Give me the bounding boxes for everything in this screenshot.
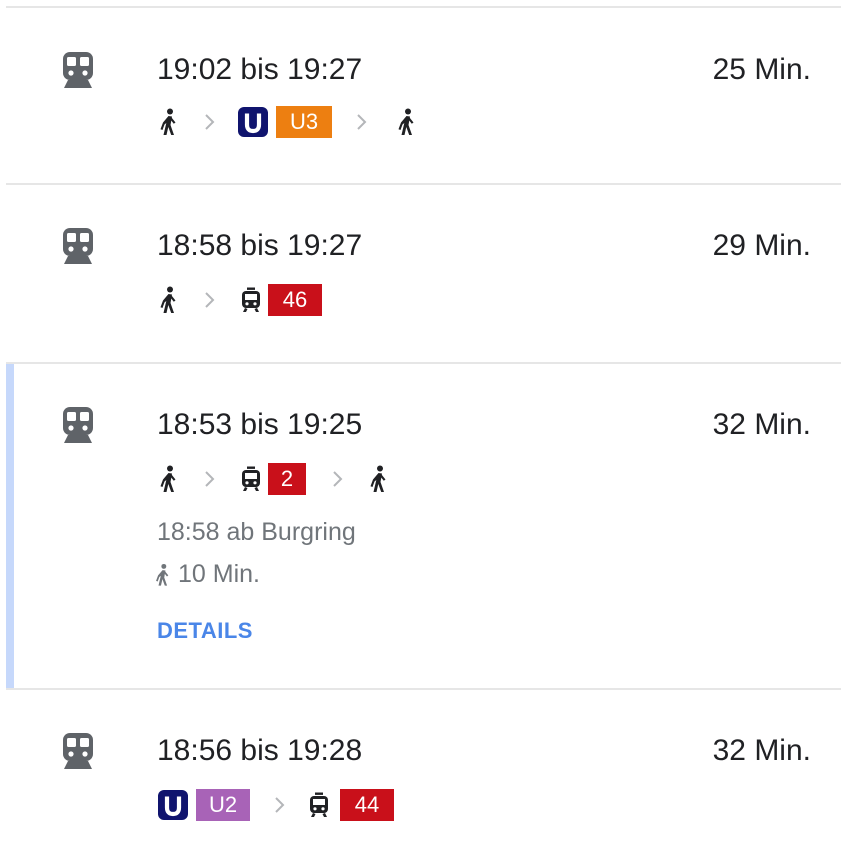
walk-icon [158,108,180,136]
route-steps: U3 [158,105,418,139]
route-option-4[interactable]: 18:56 bis 19:28 32 Min. U2 44 [0,690,841,864]
chevron-right-icon [356,113,368,131]
route-steps: U2 44 [158,788,394,822]
walk-duration: 10 Min. [154,560,260,589]
line-badge-46: 46 [268,284,322,316]
route-times: 19:02 bis 19:27 [157,53,363,86]
chevron-right-icon [332,470,344,488]
line-badge-2: 2 [268,463,306,495]
route-steps: 46 [158,283,322,317]
line-badge-u3: U3 [276,106,332,138]
line-badge-u2: U2 [196,789,250,821]
walk-icon [154,563,172,587]
walk-icon [158,465,180,493]
train-icon [60,731,96,771]
chevron-right-icon [204,291,216,309]
chevron-right-icon [204,470,216,488]
line-badge-44: 44 [340,789,394,821]
train-icon [60,50,96,90]
chevron-right-icon [204,113,216,131]
route-times: 18:58 bis 19:27 [157,229,363,262]
route-steps: 2 [158,462,390,496]
tram-icon [240,287,262,313]
route-times: 18:56 bis 19:28 [157,734,363,767]
departure-info: 18:58 ab Burgring [157,518,356,546]
selected-indicator [6,364,14,688]
route-option-1[interactable]: 19:02 bis 19:27 25 Min. U3 [0,8,841,183]
train-icon [60,226,96,266]
ubahn-logo-icon [238,107,268,137]
walk-icon [158,286,180,314]
walk-icon [368,465,390,493]
train-icon [60,405,96,445]
route-times: 18:53 bis 19:25 [157,408,363,441]
route-duration: 25 Min. [712,53,811,86]
ubahn-logo-icon [158,790,188,820]
walk-duration-text: 10 Min. [178,560,260,588]
route-duration: 32 Min. [712,734,811,767]
route-duration: 29 Min. [712,229,811,262]
tram-icon [240,466,262,492]
tram-icon [308,792,330,818]
details-link[interactable]: DETAILS [157,618,253,644]
route-duration: 32 Min. [712,408,811,441]
route-option-3[interactable]: 18:53 bis 19:25 32 Min. 2 18:58 ab Burgr… [0,364,841,688]
walk-icon [396,108,418,136]
route-option-2[interactable]: 18:58 bis 19:27 29 Min. 46 [0,185,841,362]
chevron-right-icon [274,796,286,814]
